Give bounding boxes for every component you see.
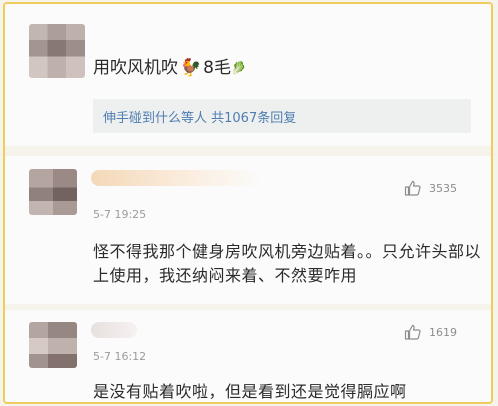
comment-text-3: 是没有贴着吹啦，但是看到还是觉得膈应啊 [93,382,407,401]
thumbs-up-icon [404,180,421,196]
comment-time-2: 5-7 19:25 [93,208,147,221]
comment-text-1-part-1: 用吹风机吹 [93,58,178,78]
avatar-user-2[interactable] [29,169,77,215]
avatar-user-3[interactable] [29,322,77,368]
comment-text-1: 用吹风机吹 🐓 8毛🥬 [93,56,246,80]
screenshot-frame: 用吹风机吹 🐓 8毛🥬 伸手碰到什么等人 共1067条回复 5-7 19:25 35… [3,2,493,404]
like-button-2[interactable]: 3535 [404,180,457,196]
reply-summary-link[interactable]: 伸手碰到什么等人 共1067条回复 [103,107,296,126]
leaf-emoji-icon: 🥬 [231,61,246,75]
blurred-username-2[interactable] [91,170,261,186]
reply-summary-box[interactable]: 伸手碰到什么等人 共1067条回复 [93,99,471,133]
comment-text-2: 怪不得我那个健身房吹风机旁边贴着。。只允许头部以上使用，我还纳闷来着、不然要咋用 [93,242,482,285]
rooster-gift-icon: 🐓 [180,58,202,78]
like-count-2: 3535 [429,181,457,195]
comment-card-1: 用吹风机吹 🐓 8毛🥬 伸手碰到什么等人 共1067条回复 [5,4,491,146]
blurred-username-3[interactable] [91,322,137,338]
like-count-3: 1619 [429,325,457,339]
thumbs-up-icon [404,324,421,340]
comment-time-3: 5-7 16:12 [93,350,147,363]
like-button-3[interactable]: 1619 [404,324,457,340]
comment-text-1-part-2: 8毛 [203,58,231,78]
avatar-user-1[interactable] [29,24,85,78]
